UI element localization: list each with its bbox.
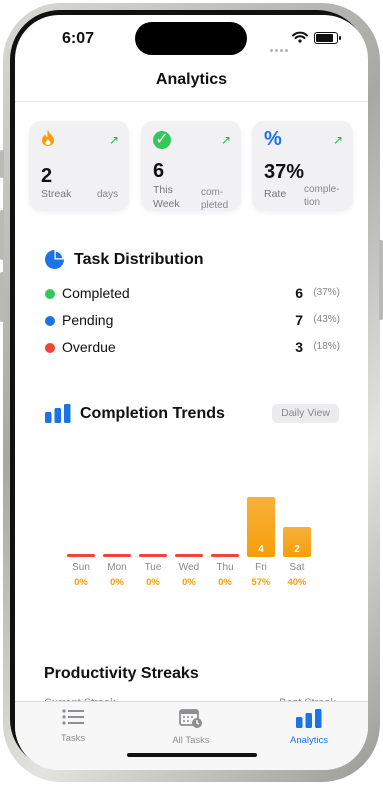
dynamic-island xyxy=(135,22,247,55)
status-bar: 6:07 xyxy=(15,15,368,63)
trend-bar-value: 2 xyxy=(294,544,300,555)
screen: 6:07 Analytics ↗ 2 Streak days ✓ ↗ 6 Thi… xyxy=(15,15,368,770)
distribution-count: 6 xyxy=(295,285,303,301)
signal-icon xyxy=(270,39,290,57)
distribution-row-overdue: Overdue 3 (18%) xyxy=(43,338,340,358)
trend-percent-label: 0% xyxy=(146,577,160,588)
tab-all-tasks[interactable]: All Tasks xyxy=(146,708,236,746)
trend-day-label: Wed xyxy=(178,562,200,573)
streak-card: ↗ 2 Streak days xyxy=(29,121,129,211)
tab-analytics[interactable]: Analytics xyxy=(264,708,354,746)
this-week-sub-line1: com- xyxy=(201,187,224,198)
bar-chart-icon xyxy=(296,709,322,728)
tab-label: Analytics xyxy=(289,735,328,746)
distribution-label: Pending xyxy=(62,312,114,328)
nav-divider xyxy=(15,101,368,102)
distribution-row-completed: Completed 6 (37%) xyxy=(43,284,340,304)
distribution-percent: (43%) xyxy=(313,314,340,325)
calendar-clock-icon xyxy=(179,709,202,728)
distribution-label: Completed xyxy=(62,285,130,301)
tab-tasks[interactable]: Tasks xyxy=(28,708,118,744)
trend-percent-label: 40% xyxy=(287,577,307,588)
trend-bar: 2 xyxy=(283,527,311,557)
pie-chart-icon xyxy=(45,250,64,269)
list-icon xyxy=(62,709,84,725)
this-week-label-line2: Week xyxy=(153,198,180,210)
trend-bar xyxy=(67,554,95,557)
daily-view-button[interactable]: Daily View xyxy=(272,404,339,423)
distribution-percent: (37%) xyxy=(313,287,340,298)
this-week-sub-line2: pleted xyxy=(201,200,229,211)
completed-dot xyxy=(45,289,55,299)
trend-percent-label: 0% xyxy=(74,577,88,588)
overdue-dot xyxy=(45,343,55,353)
this-week-card: ✓ ↗ 6 This Week com- pleted xyxy=(141,121,241,211)
wifi-icon xyxy=(292,31,308,43)
streak-value: 2 xyxy=(41,165,53,187)
battery-icon xyxy=(314,32,341,44)
completion-rate-value: 37% xyxy=(264,161,305,183)
trend-percent-label: 0% xyxy=(218,577,232,588)
this-week-label-line1: This xyxy=(153,184,173,196)
distribution-row-pending: Pending 7 (43%) xyxy=(43,311,340,331)
distribution-label: Overdue xyxy=(62,339,116,355)
trend-day-label: Mon xyxy=(107,562,127,573)
completion-rate-card: % ↗ 37% Rate comple- tion xyxy=(252,121,353,211)
trend-day-label: Tue xyxy=(144,562,162,573)
trend-day-label: Sun xyxy=(72,562,90,573)
trend-up-icon: ↗ xyxy=(220,133,231,147)
status-time: 6:07 xyxy=(62,30,95,47)
distribution-percent: (18%) xyxy=(313,341,340,352)
tab-bar: Tasks All Tasks Analytics xyxy=(15,701,368,770)
trend-up-icon: ↗ xyxy=(332,133,343,147)
volume-up-button xyxy=(0,210,4,260)
power-button xyxy=(379,240,383,320)
volume-down-button xyxy=(0,272,4,322)
completion-trends-chart: Sun 0% Mon 0% Tue 0% Wed 0% Thu 0% 4 Fri 57% 2 Sat 40% xyxy=(63,455,323,605)
productivity-streaks-title: Productivity Streaks xyxy=(44,665,199,682)
this-week-value: 6 xyxy=(153,160,165,182)
trend-bar xyxy=(211,554,239,557)
completion-rate-sub-line2: tion xyxy=(304,197,321,208)
completion-rate-sub-line1: comple- xyxy=(304,184,340,195)
trend-day-label: Sat xyxy=(289,562,305,573)
distribution-count: 3 xyxy=(295,339,303,355)
trend-bar: 4 xyxy=(247,497,275,557)
trend-bar-value: 4 xyxy=(258,544,264,555)
trend-bar xyxy=(139,554,167,557)
trend-bar xyxy=(175,554,203,557)
page-title: Analytics xyxy=(155,71,228,88)
home-indicator xyxy=(127,753,257,757)
completion-trends-title: Completion Trends xyxy=(80,405,225,422)
completion-rate-label: Rate xyxy=(264,188,287,200)
bar-chart-icon xyxy=(45,404,71,423)
tab-label: All Tasks xyxy=(172,735,210,746)
tab-label: Tasks xyxy=(60,733,86,744)
trend-percent-label: 57% xyxy=(251,577,271,588)
trend-percent-label: 0% xyxy=(182,577,196,588)
percent-icon: % xyxy=(264,128,282,150)
flame-icon xyxy=(42,130,54,146)
trend-bar xyxy=(103,554,131,557)
trend-up-icon: ↗ xyxy=(108,133,119,147)
streak-label: Streak xyxy=(41,188,72,200)
trend-day-label: Fri xyxy=(255,562,267,573)
streak-unit: days xyxy=(97,189,119,200)
checkmark-circle-icon: ✓ xyxy=(153,131,171,149)
mute-switch xyxy=(0,150,4,178)
task-distribution-title: Task Distribution xyxy=(74,251,204,268)
pending-dot xyxy=(45,316,55,326)
distribution-count: 7 xyxy=(295,312,303,328)
trend-day-label: Thu xyxy=(216,562,234,573)
trend-percent-label: 0% xyxy=(110,577,124,588)
